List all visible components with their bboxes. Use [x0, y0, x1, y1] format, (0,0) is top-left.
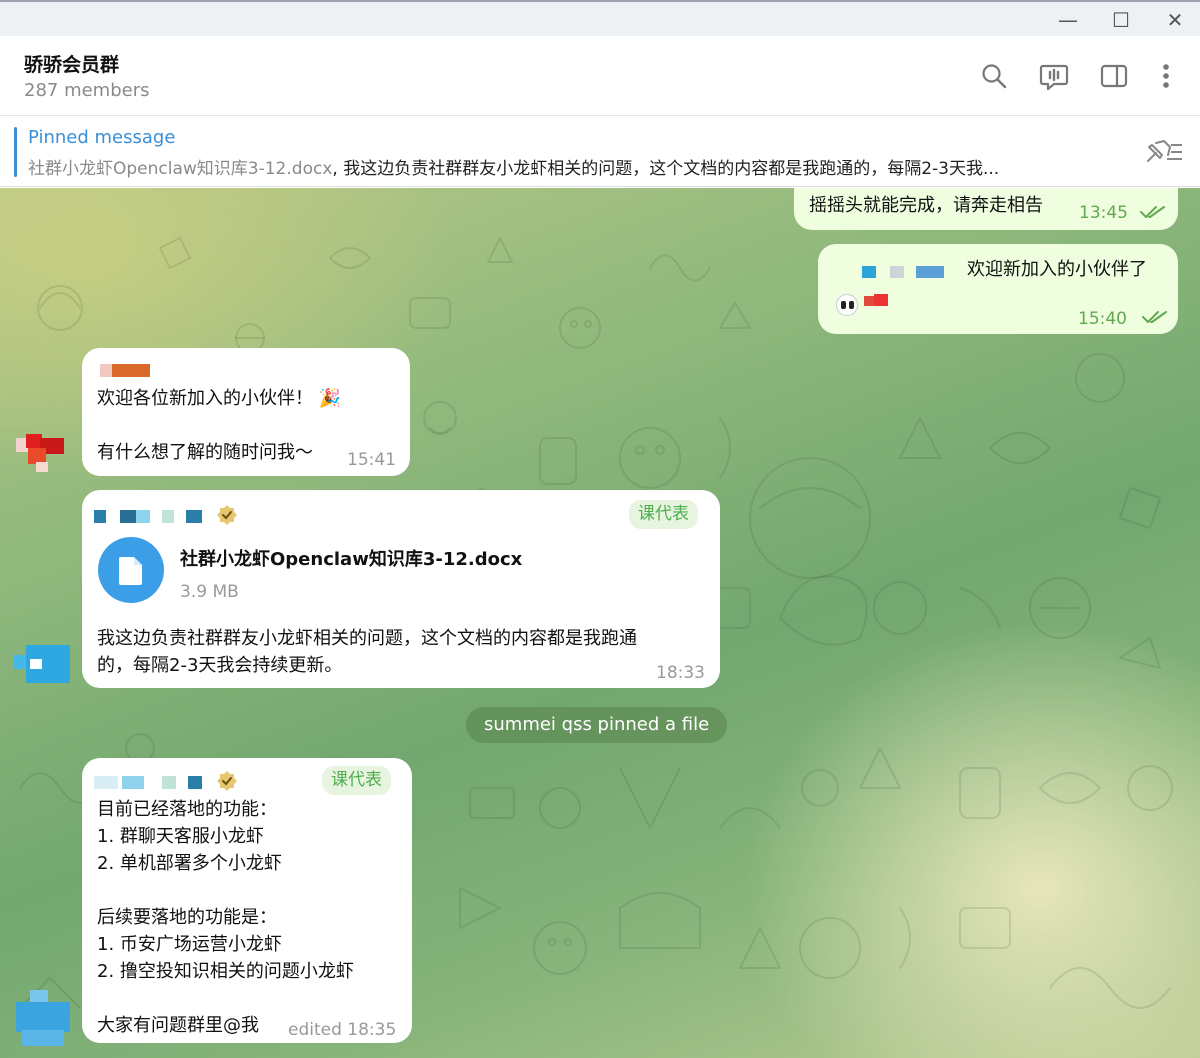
file-download-button[interactable]: [98, 537, 164, 603]
redacted-sender-name: [120, 510, 136, 523]
close-button[interactable]: ✕: [1155, 6, 1195, 34]
message-line: 目前已经落地的功能：: [97, 799, 277, 820]
message-time: 15:41: [347, 450, 396, 470]
file-size: 3.9 MB: [180, 582, 239, 602]
message-line: 1. 币安广场运营小龙虾: [97, 934, 282, 955]
message-line: 2. 撸空投知识相关的问题小龙虾: [97, 961, 354, 982]
message-line: [97, 877, 354, 904]
message-text: 的，每隔2-3天我会持续更新。: [97, 655, 343, 676]
member-count: 287 members: [24, 80, 150, 101]
file-name[interactable]: 社群小龙虾Openclaw知识库3-12.docx: [180, 546, 522, 573]
message-text: 我这边负责社群群友小龙虾相关的问题，这个文档的内容都是我跑通: [97, 628, 637, 649]
read-checks-icon: [1140, 206, 1165, 218]
redacted-sender-name: [162, 776, 176, 789]
voice-chat-icon[interactable]: [1036, 58, 1072, 94]
message-text: 目前已经落地的功能： 1. 群聊天客服小龙虾 2. 单机部署多个小龙虾 后续要落…: [97, 796, 354, 1039]
redacted-sticker: [874, 294, 888, 306]
message-line: 2. 单机部署多个小龙虾: [97, 853, 282, 874]
message-time: edited 18:35: [288, 1020, 397, 1040]
search-icon[interactable]: [976, 58, 1012, 94]
incoming-message[interactable]: 欢迎各位新加入的小伙伴！ 🎉 有什么想了解的随时问我～ 15:41: [82, 348, 410, 476]
more-icon[interactable]: [1148, 58, 1184, 94]
redacted-sender-name: [136, 510, 150, 523]
message-text: 摇摇头就能完成，请奔走相告: [809, 195, 1043, 216]
redacted-sticker: [916, 266, 944, 278]
verified-badge-icon: [217, 771, 237, 791]
incoming-message[interactable]: 课代表 目前已经落地的功能： 1. 群聊天客服小龙虾 2. 单机部署多个小龙虾 …: [82, 758, 412, 1043]
message-text: 欢迎各位新加入的小伙伴！ 🎉: [97, 385, 341, 412]
chat-header[interactable]: 骄骄会员群 287 members: [0, 36, 1200, 116]
pinned-title: Pinned message: [28, 127, 176, 148]
redacted-sender-name: [112, 364, 150, 377]
pinned-file-name: 社群小龙虾Openclaw知识库3-12.docx: [28, 159, 333, 179]
admin-tag: 课代表: [322, 766, 391, 795]
redacted-sender-name: [186, 510, 202, 523]
avatar[interactable]: [16, 990, 70, 1046]
minimize-button[interactable]: —: [1048, 6, 1088, 34]
message-time: 15:40: [1078, 309, 1127, 329]
read-checks-icon: [1142, 311, 1167, 323]
chat-area[interactable]: 摇摇头就能完成，请奔走相告 13:45 欢迎新加入的小伙伴了 15:40 欢迎各…: [0, 188, 1200, 1058]
verified-badge-icon: [217, 505, 237, 525]
message-line: 后续要落地的功能是：: [97, 907, 277, 928]
incoming-file-message[interactable]: 课代表 社群小龙虾Openclaw知识库3-12.docx 3.9 MB 我这边…: [82, 490, 720, 688]
service-message: summei qss pinned a file: [466, 707, 728, 743]
party-popper-emoji: 🎉: [318, 388, 342, 409]
redacted-sender-name: [94, 510, 106, 523]
redacted-sender-name: [188, 776, 202, 789]
redacted-sticker: [890, 266, 904, 278]
outgoing-message[interactable]: 欢迎新加入的小伙伴了 15:40: [818, 244, 1178, 334]
redacted-sender-name: [94, 776, 118, 789]
window-titlebar: — ☐ ✕: [0, 0, 1200, 36]
avatar[interactable]: [16, 432, 66, 476]
message-text: 欢迎新加入的小伙伴了: [967, 259, 1147, 280]
pinned-message-bar[interactable]: Pinned message 社群小龙虾Openclaw知识库3-12.docx…: [0, 117, 1200, 187]
message-text: 有什么想了解的随时问我～: [97, 442, 313, 463]
pinned-preview: 社群小龙虾Openclaw知识库3-12.docx, 我这边负责社群群友小龙虾相…: [28, 154, 1118, 179]
message-time: 13:45: [1079, 203, 1128, 223]
pinned-indicator: [14, 127, 17, 177]
redacted-sticker: [864, 296, 874, 306]
redacted-sticker: [862, 266, 876, 278]
maximize-button[interactable]: ☐: [1101, 6, 1141, 34]
message-line: [97, 985, 354, 1012]
redacted-sender-name: [122, 776, 144, 789]
eyes-emoji: [836, 294, 858, 316]
pinned-text: , 我这边负责社群群友小龙虾相关的问题，这个文档的内容都是我跑通的，每隔2-3天…: [332, 159, 1000, 179]
chat-title: 骄骄会员群: [24, 54, 120, 76]
admin-tag: 课代表: [629, 500, 698, 529]
redacted-sender-name: [162, 510, 174, 523]
pin-list-icon[interactable]: [1142, 137, 1184, 167]
document-icon: [119, 557, 142, 585]
avatar[interactable]: [14, 643, 70, 685]
message-line: 1. 群聊天客服小龙虾: [97, 826, 264, 847]
message-time: 18:33: [656, 663, 705, 683]
sidebar-toggle-icon[interactable]: [1096, 58, 1132, 94]
message-line: 欢迎各位新加入的小伙伴！: [97, 388, 313, 409]
outgoing-message[interactable]: 摇摇头就能完成，请奔走相告 13:45: [794, 188, 1178, 230]
